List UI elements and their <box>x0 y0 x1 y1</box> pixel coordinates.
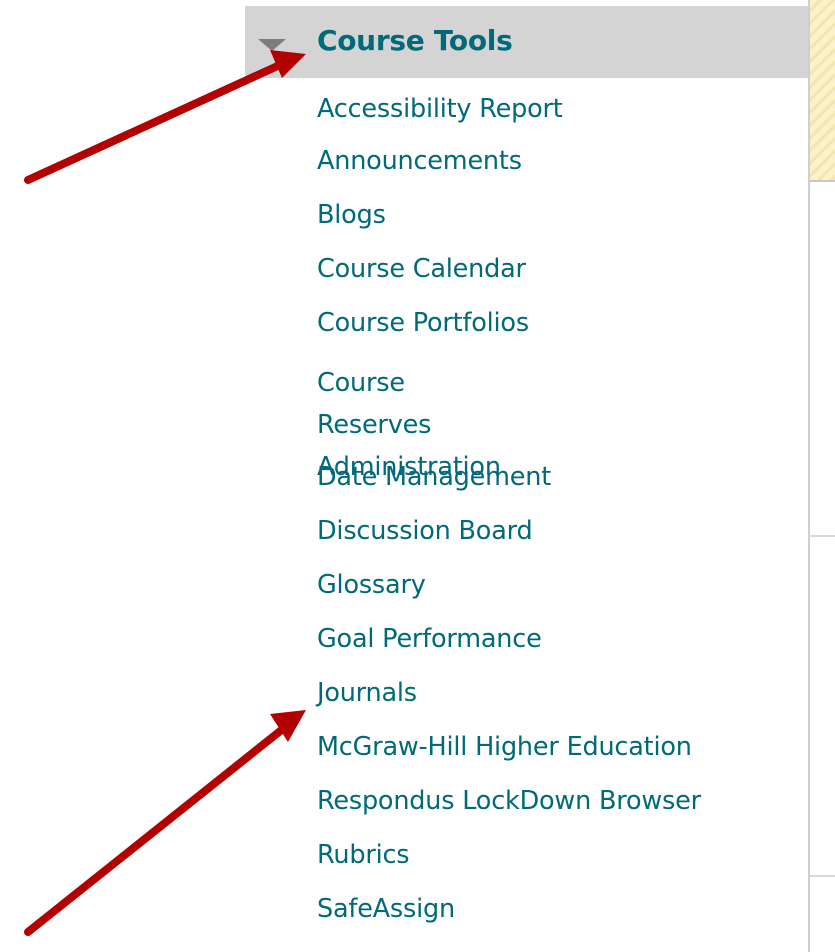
annotation-arrows <box>24 50 306 936</box>
course-menu-page: Course Tools Accessibility Report Announ… <box>0 0 835 952</box>
red-arrow-icon <box>24 50 306 184</box>
red-arrow-icon <box>24 710 306 936</box>
